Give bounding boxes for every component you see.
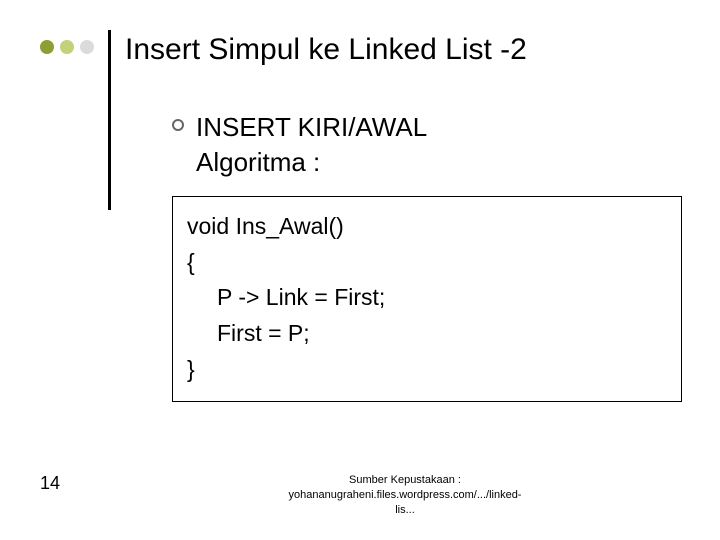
dot-icon	[40, 40, 54, 54]
decor-dots	[40, 30, 94, 54]
source-line: yohananugraheni.files.wordpress.com/.../…	[130, 488, 680, 503]
code-line: P -> Link = First;	[187, 280, 667, 316]
code-line: First = P;	[187, 316, 667, 352]
section-line1: INSERT KIRI/AWAL	[196, 110, 427, 145]
page-number: 14	[40, 473, 130, 494]
source-citation: Sumber Kepustakaan : yohananugraheni.fil…	[130, 473, 680, 518]
bullet-circle-icon	[172, 119, 184, 131]
page-title: Insert Simpul ke Linked List -2	[125, 30, 527, 68]
section-heading: INSERT KIRI/AWAL Algoritma :	[172, 110, 680, 180]
code-line: }	[187, 352, 667, 388]
section-text: INSERT KIRI/AWAL Algoritma :	[196, 110, 427, 180]
source-line: lis...	[130, 503, 680, 518]
footer: 14 Sumber Kepustakaan : yohananugraheni.…	[40, 473, 680, 518]
code-box: void Ins_Awal() { P -> Link = First; Fir…	[172, 196, 682, 402]
body: INSERT KIRI/AWAL Algoritma : void Ins_Aw…	[172, 110, 680, 402]
code-line: {	[187, 245, 667, 281]
code-line: void Ins_Awal()	[187, 209, 667, 245]
dot-icon	[60, 40, 74, 54]
dot-icon	[80, 40, 94, 54]
source-line: Sumber Kepustakaan :	[130, 473, 680, 488]
slide: Insert Simpul ke Linked List -2 INSERT K…	[0, 0, 720, 540]
section-line2: Algoritma :	[196, 145, 427, 180]
vertical-bar-icon	[108, 30, 111, 210]
